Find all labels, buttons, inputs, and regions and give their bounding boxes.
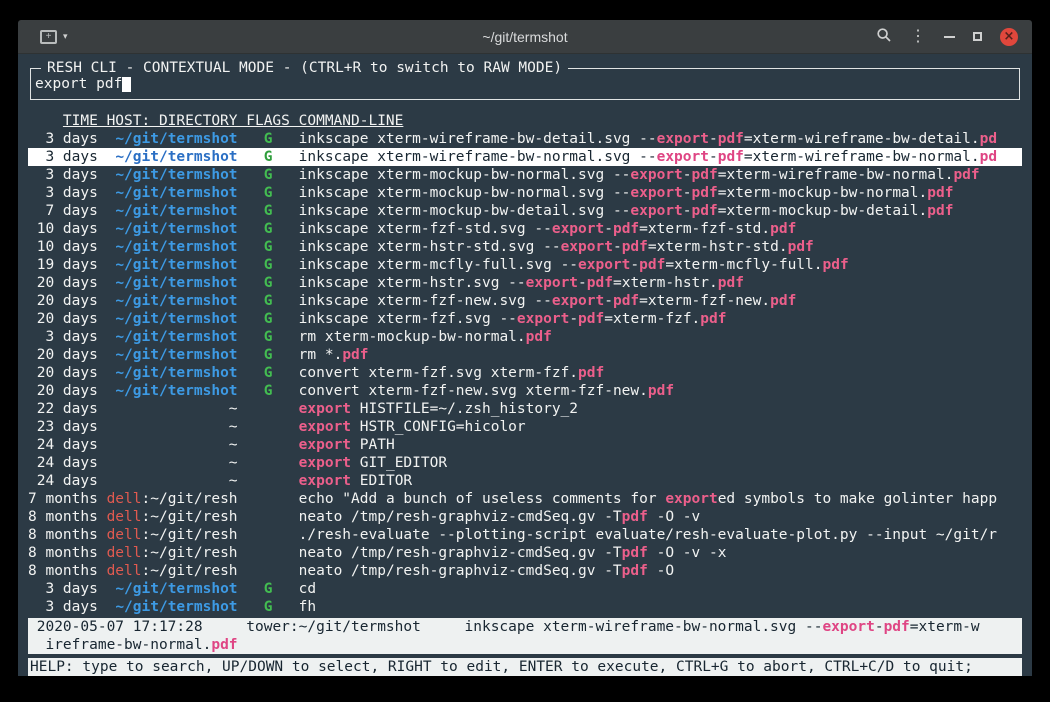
history-row[interactable]: 3 days ~/git/termshot G inkscape xterm-w… — [28, 130, 1022, 148]
search-box: RESH CLI - CONTEXTUAL MODE - (CTRL+R to … — [30, 68, 1020, 100]
history-row[interactable]: 20 days ~/git/termshot G inkscape xterm-… — [28, 310, 1022, 328]
history-row[interactable]: 22 days ~ export HISTFILE=~/.zsh_history… — [28, 400, 1022, 418]
history-row[interactable]: 24 days ~ export PATH — [28, 436, 1022, 454]
history-row[interactable]: 24 days ~ export EDITOR — [28, 472, 1022, 490]
text-cursor — [122, 77, 131, 92]
new-tab-icon: + — [40, 30, 57, 44]
terminal-window: + ▾ ~/git/termshot ⋮ × RESH CLI - CONTEX… — [18, 20, 1032, 676]
kebab-icon: ⋮ — [910, 29, 926, 45]
selected-detail: 2020-05-07 17:17:28 tower:~/git/termshot… — [28, 618, 1022, 654]
history-row[interactable]: 10 days ~/git/termshot G inkscape xterm-… — [28, 238, 1022, 256]
header-pad — [28, 113, 63, 129]
history-row[interactable]: 8 months dell:~/git/resh neato /tmp/resh… — [28, 544, 1022, 562]
history-row[interactable]: 20 days ~/git/termshot G rm *.pdf — [28, 346, 1022, 364]
search-query-text: export pdf — [35, 76, 122, 92]
history-row[interactable]: 10 days ~/git/termshot G inkscape xterm-… — [28, 220, 1022, 238]
history-row[interactable]: 8 months dell:~/git/resh ./resh-evaluate… — [28, 526, 1022, 544]
history-row[interactable]: 3 days ~/git/termshot G inkscape xterm-m… — [28, 184, 1022, 202]
history-row[interactable]: 20 days ~/git/termshot G convert xterm-f… — [28, 382, 1022, 400]
history-header-text: TIME HOST: DIRECTORY FLAGS COMMAND-LINE — [63, 113, 403, 129]
history-row-selected[interactable]: 3 days ~/git/termshot G inkscape xterm-w… — [28, 148, 1022, 166]
history-row[interactable]: 20 days ~/git/termshot G inkscape xterm-… — [28, 274, 1022, 292]
minimize-icon — [944, 36, 955, 38]
history-row[interactable]: 7 days ~/git/termshot G inkscape xterm-m… — [28, 202, 1022, 220]
close-icon: × — [1000, 28, 1018, 46]
menu-button[interactable]: ⋮ — [910, 29, 926, 45]
history-row[interactable]: 7 months dell:~/git/resh echo "Add a bun… — [28, 490, 1022, 508]
history-row[interactable]: 24 days ~ export GIT_EDITOR — [28, 454, 1022, 472]
detail-line-1: 2020-05-07 17:17:28 tower:~/git/termshot… — [28, 618, 1022, 636]
titlebar: + ▾ ~/git/termshot ⋮ × — [18, 20, 1032, 54]
history-header: TIME HOST: DIRECTORY FLAGS COMMAND-LINE — [28, 112, 1022, 130]
close-button[interactable]: × — [1000, 28, 1018, 46]
detail-line-2: ireframe-bw-normal.pdf — [28, 636, 1022, 654]
history-row[interactable]: 20 days ~/git/termshot G convert xterm-f… — [28, 364, 1022, 382]
mode-title: RESH CLI - CONTEXTUAL MODE - (CTRL+R to … — [41, 59, 568, 77]
minimize-button[interactable] — [944, 36, 955, 38]
chevron-down-icon: ▾ — [63, 31, 68, 42]
history-row[interactable]: 3 days ~/git/termshot G cd — [28, 580, 1022, 598]
history-list: 3 days ~/git/termshot G inkscape xterm-w… — [28, 130, 1022, 616]
history-row[interactable]: 3 days ~/git/termshot G fh — [28, 598, 1022, 616]
maximize-button[interactable] — [973, 32, 982, 41]
history-row[interactable]: 3 days ~/git/termshot G rm xterm-mockup-… — [28, 328, 1022, 346]
search-button[interactable] — [876, 27, 892, 46]
history-row[interactable]: 8 months dell:~/git/resh neato /tmp/resh… — [28, 508, 1022, 526]
history-row[interactable]: 8 months dell:~/git/resh neato /tmp/resh… — [28, 562, 1022, 580]
maximize-icon — [973, 32, 982, 41]
history-row[interactable]: 23 days ~ export HSTR_CONFIG=hicolor — [28, 418, 1022, 436]
search-icon — [876, 27, 892, 46]
history-row[interactable]: 3 days ~/git/termshot G inkscape xterm-m… — [28, 166, 1022, 184]
history-row[interactable]: 20 days ~/git/termshot G inkscape xterm-… — [28, 292, 1022, 310]
new-tab-button[interactable]: + ▾ — [40, 30, 68, 44]
help-line: HELP: type to search, UP/DOWN to select,… — [28, 658, 1022, 676]
history-row[interactable]: 19 days ~/git/termshot G inkscape xterm-… — [28, 256, 1022, 274]
terminal-body: RESH CLI - CONTEXTUAL MODE - (CTRL+R to … — [18, 54, 1032, 676]
